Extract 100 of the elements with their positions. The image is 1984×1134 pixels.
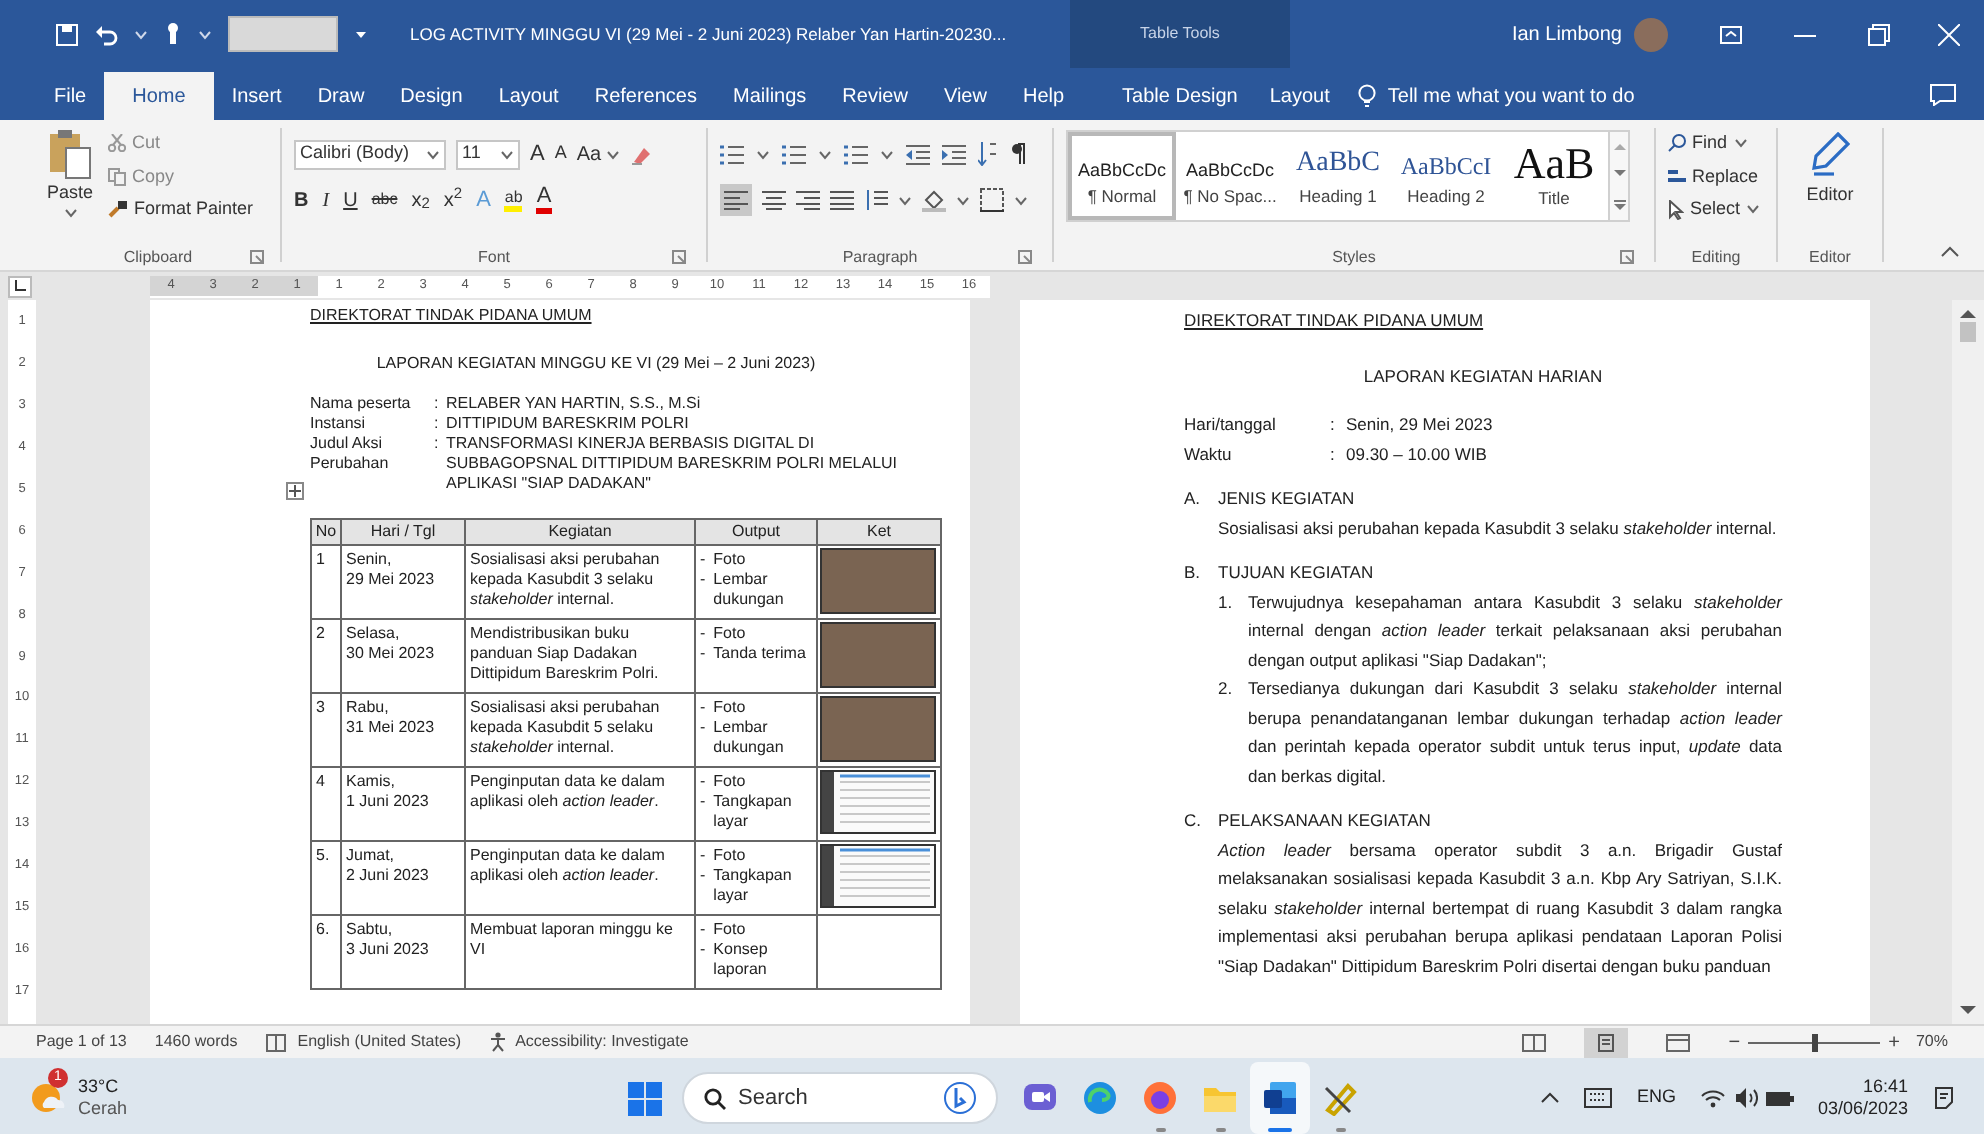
- dialog-launcher-icon[interactable]: [250, 250, 264, 264]
- font-size-field[interactable]: 11: [456, 139, 520, 169]
- align-right-icon[interactable]: [796, 190, 820, 210]
- table-move-handle-icon[interactable]: [286, 482, 304, 500]
- font-format-button[interactable]: B: [294, 185, 309, 215]
- clock[interactable]: 16:41 03/06/2023: [1817, 1076, 1908, 1120]
- blank-field[interactable]: [228, 16, 338, 52]
- caret-icon[interactable]: [1746, 204, 1761, 215]
- highlight-button[interactable]: ab: [504, 188, 523, 212]
- word-icon[interactable]: [1262, 1080, 1298, 1116]
- close-icon[interactable]: [1938, 23, 1960, 45]
- increase-indent-icon[interactable]: [942, 143, 966, 165]
- search-field[interactable]: Search: [682, 1072, 998, 1124]
- taskbar-app[interactable]: [1250, 1062, 1310, 1134]
- tell-me-field[interactable]: Tell me what you want to do: [1345, 72, 1647, 120]
- vertical-scrollbar[interactable]: [1952, 300, 1984, 1024]
- caret-icon[interactable]: [63, 207, 77, 217]
- font-format-button[interactable]: I: [322, 185, 330, 215]
- change-case-button[interactable]: Aa: [576, 139, 620, 169]
- chat-icon[interactable]: [1022, 1080, 1058, 1116]
- dialog-launcher-icon[interactable]: [1620, 250, 1634, 264]
- font-format-button[interactable]: U: [343, 185, 358, 215]
- restore-icon[interactable]: [1868, 23, 1890, 45]
- bullets-icon[interactable]: [720, 143, 744, 165]
- clear-formatting-icon[interactable]: [629, 143, 652, 165]
- ribbon-tab[interactable]: View: [925, 72, 1005, 120]
- gallery-scroll[interactable]: [1610, 130, 1630, 222]
- input-language[interactable]: ENG: [1636, 1084, 1676, 1112]
- save-icon[interactable]: [56, 23, 78, 45]
- ribbon-tab[interactable]: Home: [104, 72, 214, 120]
- edge-icon[interactable]: [1082, 1080, 1118, 1116]
- ribbon-tab[interactable]: Mailings: [714, 72, 825, 120]
- caret-icon[interactable]: [818, 149, 832, 159]
- ribbon-tab[interactable]: Help: [1004, 72, 1083, 120]
- caret-icon[interactable]: [500, 149, 514, 159]
- multilevel-list-icon[interactable]: [844, 143, 868, 165]
- zoom-thumb[interactable]: [1811, 1033, 1818, 1051]
- style-item[interactable]: AaBbCcDc ¶ No Spac...: [1176, 132, 1284, 220]
- ribbon-display-icon[interactable]: [1720, 25, 1742, 43]
- format-painter-button[interactable]: Format Painter: [108, 196, 254, 223]
- caret-icon[interactable]: [605, 149, 620, 159]
- ribbon-tab[interactable]: Insert: [213, 72, 300, 120]
- caret-icon[interactable]: [1733, 138, 1748, 149]
- style-item[interactable]: AaBbC Heading 1: [1284, 132, 1392, 220]
- style-item[interactable]: AaBbCcDc ¶ Normal: [1068, 132, 1176, 220]
- proofing-icon[interactable]: [265, 1033, 286, 1051]
- justify-icon[interactable]: [830, 190, 854, 210]
- accessibility-button[interactable]: Accessibility: Investigate: [489, 1030, 689, 1054]
- align-left-button[interactable]: [720, 184, 752, 216]
- decrease-indent-icon[interactable]: [906, 143, 930, 165]
- line-spacing-icon[interactable]: [864, 190, 888, 210]
- ribbon-tab[interactable]: Table Design: [1106, 72, 1254, 120]
- style-item[interactable]: AaB Title: [1500, 132, 1608, 220]
- wrench-icon[interactable]: [1322, 1080, 1358, 1116]
- paste-button[interactable]: Paste: [44, 128, 96, 223]
- font-name-field[interactable]: Calibri (Body): [294, 139, 446, 169]
- replace-button[interactable]: Replace: [1668, 163, 1764, 190]
- touch-mode-icon[interactable]: [164, 22, 182, 46]
- font-format-button[interactable]: x$_{2}$: [411, 185, 430, 215]
- zoom-percent[interactable]: 70%: [1915, 1030, 1948, 1054]
- caret-icon[interactable]: [1014, 195, 1028, 205]
- scrollbar-thumb[interactable]: [1960, 322, 1976, 342]
- dialog-launcher-icon[interactable]: [1018, 250, 1032, 264]
- pilcrow-icon[interactable]: [1010, 142, 1026, 166]
- font-format-button[interactable]: x$^{2}$: [443, 185, 463, 215]
- start-icon[interactable]: [628, 1081, 662, 1115]
- grow-font-button[interactable]: A: [530, 137, 545, 171]
- comments-icon[interactable]: [1930, 84, 1956, 106]
- style-item[interactable]: AaBbCcI Heading 2: [1392, 132, 1500, 220]
- caret-icon[interactable]: [756, 149, 770, 159]
- page-indicator[interactable]: Page 1 of 13: [36, 1030, 127, 1054]
- font-format-button[interactable]: abc: [371, 188, 398, 212]
- language-indicator[interactable]: English (United States): [297, 1030, 462, 1054]
- ribbon-tab[interactable]: Review: [824, 72, 926, 120]
- dialog-launcher-icon[interactable]: [672, 250, 686, 264]
- find-button[interactable]: Find: [1668, 130, 1764, 157]
- font-color-button[interactable]: A: [536, 186, 552, 214]
- system-tray[interactable]: [1699, 1088, 1794, 1108]
- tab-selector[interactable]: [8, 275, 32, 297]
- ribbon-tab[interactable]: File: [36, 72, 105, 120]
- ribbon-tab[interactable]: Design: [382, 72, 481, 120]
- sort-icon[interactable]: [978, 142, 998, 166]
- zoom-in-button[interactable]: +: [1888, 1027, 1900, 1057]
- numbering-icon[interactable]: [782, 143, 806, 165]
- notifications-icon[interactable]: [1932, 1086, 1956, 1110]
- ribbon-tab[interactable]: Layout: [480, 72, 577, 120]
- caret-icon[interactable]: [956, 195, 970, 205]
- customize-caret-icon[interactable]: [354, 29, 368, 39]
- ribbon-tab[interactable]: References: [576, 72, 715, 120]
- shading-icon[interactable]: [922, 188, 946, 212]
- keyboard-icon[interactable]: [1584, 1088, 1613, 1108]
- caret-icon[interactable]: [880, 149, 894, 159]
- ribbon-tab[interactable]: Layout: [1253, 72, 1346, 120]
- select-button[interactable]: Select: [1668, 196, 1764, 223]
- collapse-ribbon-icon[interactable]: [1940, 246, 1960, 258]
- undo-icon[interactable]: [94, 23, 118, 45]
- view-button[interactable]: [1584, 1027, 1629, 1057]
- zoom-slider[interactable]: [1748, 1033, 1881, 1051]
- firefox-icon[interactable]: [1142, 1080, 1178, 1116]
- shrink-font-button[interactable]: A: [554, 140, 567, 168]
